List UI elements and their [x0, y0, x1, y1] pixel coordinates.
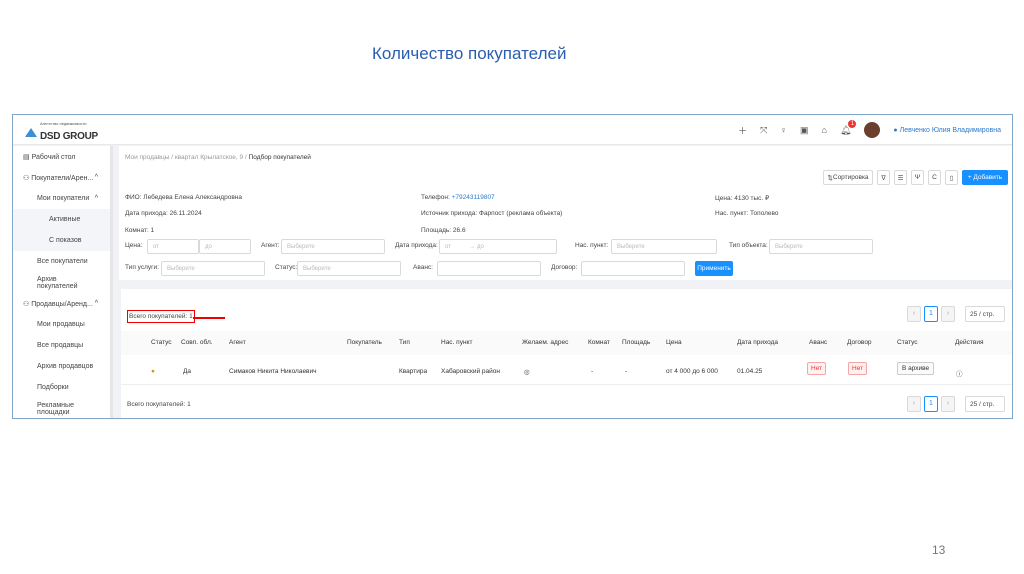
service-type-select[interactable]: Выберите: [161, 261, 265, 276]
page-1-button[interactable]: 1: [924, 396, 938, 412]
prev-page-button[interactable]: ‹: [907, 306, 921, 322]
agent-select[interactable]: Выберите: [281, 239, 385, 254]
sidebar-item-sellers[interactable]: ⚇ Продавцы/Аренд... ^: [13, 293, 110, 314]
status-badge: В архиве: [897, 362, 935, 375]
user-name[interactable]: ● Левченко Юлия Владимировна: [893, 127, 1001, 134]
sidebar-item-buyers[interactable]: ⚇ Покупатели/Арен... ^: [13, 167, 110, 188]
page-size-select[interactable]: 25 / стр.: [965, 396, 1005, 412]
info-icon[interactable]: ⓘ: [956, 368, 963, 378]
sidebar-item-from-shows[interactable]: С показов: [13, 230, 110, 251]
next-page-button[interactable]: ›: [941, 396, 955, 412]
sidebar-item-my-buyers[interactable]: Мои покупатели ^: [13, 188, 110, 209]
sidebar-item-all-sellers[interactable]: Все продавцы: [13, 335, 110, 356]
contract-select[interactable]: [581, 261, 685, 276]
price-from-input[interactable]: от: [147, 239, 199, 254]
status-select[interactable]: Выберите: [297, 261, 401, 276]
logo-icon: [25, 128, 37, 137]
object-type-select[interactable]: Выберите: [769, 239, 873, 254]
notification-badge: 1: [848, 119, 857, 128]
slide-title: Количество покупателей: [372, 44, 567, 63]
divider: [121, 384, 1012, 385]
advance-select[interactable]: [437, 261, 541, 276]
page-1-button[interactable]: 1: [924, 306, 938, 322]
status-dot-icon: ●: [151, 368, 155, 375]
sidebar-item-desktop[interactable]: ▤ Рабочий стол: [13, 146, 110, 167]
price-to-input[interactable]: до: [199, 239, 251, 254]
contract-badge: Нет: [848, 362, 868, 375]
fullscreen-icon[interactable]: ⤧: [760, 125, 767, 136]
app-header: Агентство недвижимости DSD GROUP ＋ ⤧ ♀ ▣ …: [13, 115, 1012, 145]
sidebar-item-selections[interactable]: Подборки: [13, 377, 110, 398]
date-range-input[interactable]: от → до: [439, 239, 557, 254]
prev-page-button[interactable]: ‹: [907, 396, 921, 412]
logo: Агентство недвижимости DSD GROUP: [25, 121, 98, 144]
highlight-pointer-line: [193, 317, 225, 319]
sort-button[interactable]: ⇅ Сортировка: [823, 170, 873, 185]
advance-badge: Нет: [807, 362, 827, 375]
app-screenshot: Агентство недвижимости DSD GROUP ＋ ⤧ ♀ ▣ …: [12, 114, 1013, 419]
chevron-up-icon: ^: [94, 195, 98, 202]
sidebar-item-sellers-archive[interactable]: Архив продавцов: [13, 356, 110, 377]
sidebar-item-ad-platforms[interactable]: Рекламные площадки: [13, 398, 110, 418]
export-icon[interactable]: ▯: [945, 170, 958, 185]
bell-icon[interactable]: 🔔︎ 1: [840, 119, 857, 136]
chevron-up-icon: ^: [94, 300, 98, 307]
sidebar-item-active[interactable]: Активные: [13, 209, 110, 230]
add-button[interactable]: + Добавить: [962, 170, 1008, 185]
city-select[interactable]: Выберите: [611, 239, 717, 254]
sidebar-item-buyers-archive[interactable]: Архив покупателей: [13, 272, 110, 293]
results-panel: Всего покупателей: 1 ‹ 1 › 25 / стр. Ста…: [121, 289, 1012, 418]
avatar[interactable]: [864, 122, 881, 138]
bulb-icon[interactable]: ♀: [780, 125, 787, 135]
list-icon[interactable]: ☰: [894, 170, 907, 185]
agent-link[interactable]: Симаков Никита Николаевич: [229, 368, 317, 375]
city-link[interactable]: Хабаровский район: [441, 368, 500, 375]
phone-link[interactable]: +79243119807: [452, 194, 495, 201]
plus-icon[interactable]: ＋: [738, 124, 747, 137]
wallet-icon[interactable]: ▣: [800, 125, 809, 136]
filter-panel: Мои продавцы / квартал Крылатское, 9 / П…: [119, 146, 1012, 280]
refresh-icon[interactable]: C: [928, 170, 941, 185]
total-count-highlight: Всего покупателей: 1: [127, 310, 195, 323]
filter-icon[interactable]: ∇: [877, 170, 890, 185]
next-page-button[interactable]: ›: [941, 306, 955, 322]
sidebar-item-all-buyers[interactable]: Все покупатели: [13, 251, 110, 272]
location-icon[interactable]: ◎: [524, 368, 530, 376]
sidebar: ▤ Рабочий стол ⚇ Покупатели/Арен... ^ Мои…: [13, 146, 113, 418]
breadcrumb: Мои продавцы / квартал Крылатское, 9 / П…: [125, 154, 311, 161]
chevron-up-icon: ^: [94, 174, 98, 181]
apply-button[interactable]: Применить: [695, 261, 733, 276]
type-link[interactable]: Квартира: [399, 368, 427, 375]
gift-icon[interactable]: ⌂: [822, 125, 827, 135]
fork-icon[interactable]: Ψ: [911, 170, 924, 185]
slide-page-number: 13: [932, 543, 946, 557]
total-count-footer: Всего покупателей: 1: [127, 401, 191, 408]
sidebar-item-my-sellers[interactable]: Мои продавцы: [13, 314, 110, 335]
page-size-select[interactable]: 25 / стр.: [965, 306, 1005, 322]
